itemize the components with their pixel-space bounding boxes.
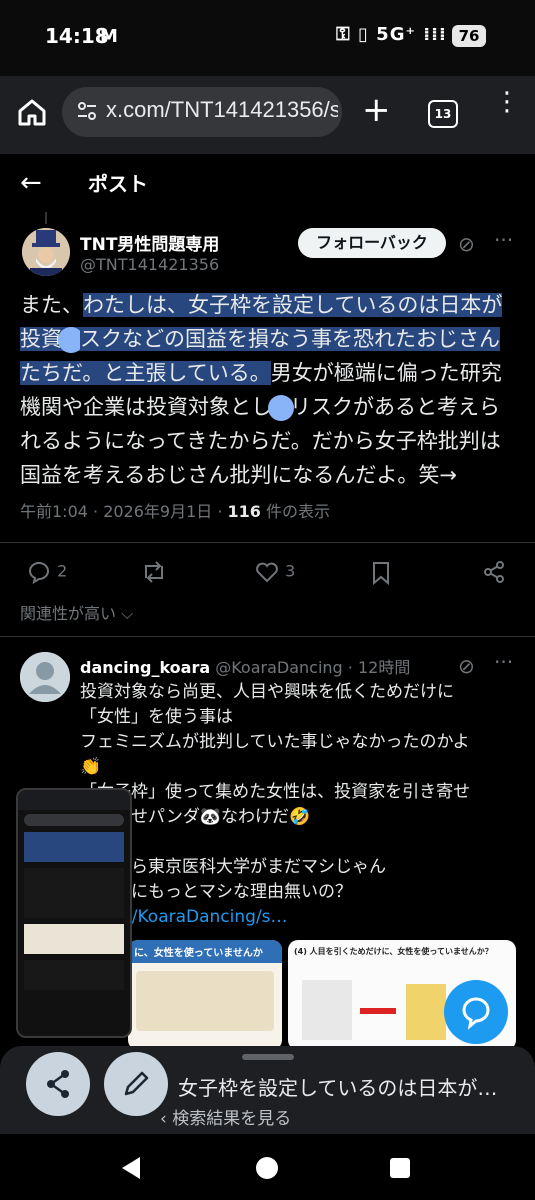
divider [0,636,535,637]
image-caption: に、女性を使っていませんか [128,940,282,963]
arrow-icon [360,1008,396,1014]
reply-line: 女子枠にもっとマシな理由無いの？ [80,882,352,902]
views-count: 116 [227,502,261,521]
more-options-icon[interactable]: ··· [494,228,513,252]
reply-line: 「女子枠」使って集めた女性は、投資家を引き寄せ [80,782,471,802]
pip-image [24,924,124,954]
author-handle[interactable]: @TNT141421356 [80,255,219,274]
reply-text[interactable]: 投資対象なら尚更、人目や興味を低くためだけに 「女性」を使う事は フェミニズムが… [80,680,520,930]
grok-icon[interactable]: ⊘ [458,654,475,678]
reply-icon [28,562,49,585]
network-label: 5G⁺ [376,24,416,45]
chevron-down-icon: ⌵ [116,604,134,623]
sort-label: 関連性が高い [20,604,117,623]
reply-line: 👏 [80,757,102,777]
url-text[interactable]: x.com/TNT141421356/sta [106,97,338,123]
uncle-sam-avatar-icon [22,228,70,276]
reply-line: フェミニズムが批判していた事じゃなかったのかよ [80,732,470,752]
sheet-subtitle[interactable]: ‹ 検索結果を見る [160,1104,291,1129]
reply-line: 「女性」を使う事は [80,707,233,727]
default-avatar-icon [20,652,70,702]
sort-relevance-dropdown[interactable]: 関連性が高い ⌵ [20,600,133,624]
pip-urlbar [24,814,124,826]
share-fab[interactable] [26,1052,90,1116]
nav-home-icon[interactable] [256,1157,278,1179]
reply-line [80,830,520,855]
chat-bubble-icon [462,997,490,1030]
author-name[interactable]: TNT男性問題専用 [80,230,219,255]
share-button[interactable] [482,560,506,584]
share-icon [47,1070,69,1098]
key-icon: ⚿ [336,24,351,45]
pip-highlight [24,832,124,862]
reply-link[interactable]: x.com/KoaraDancing/s… [80,905,520,930]
new-tab-button[interactable]: + [362,90,391,130]
reply-button[interactable]: 2 [26,560,68,585]
pip-statusbar [18,790,130,810]
signal-icon: ⁞⁞⁞ [423,24,447,45]
pip-content [24,960,124,990]
bookmark-button[interactable] [370,560,392,586]
pip-window[interactable] [16,788,132,1038]
browser-menu-button[interactable]: ⋮ [494,89,520,115]
pencil-icon [124,1071,149,1096]
edit-fab[interactable] [104,1052,168,1116]
image-figure [302,980,352,1040]
sheet-drag-handle[interactable] [242,1054,294,1060]
nav-back-icon[interactable] [122,1157,140,1179]
reply-line: それなら東京医科大学がまだマシじゃん [80,857,386,877]
like-button[interactable]: 3 [254,560,295,584]
image-figure [406,984,446,1040]
reply-author-handle[interactable]: @KoaraDancing · 12時間 [215,658,410,677]
share-icon [484,561,504,583]
post-meta: 午前1:04 · 2026年9月1日 · 116 件の表示 [20,498,330,522]
reply-header: dancing_koara @KoaraDancing · 12時間 [80,654,410,678]
sheet-subtitle-label: 検索結果を見る [172,1109,292,1129]
repost-button[interactable] [140,560,168,584]
grok-icon[interactable]: ⊘ [458,232,475,256]
reply-avatar[interactable] [20,652,70,702]
like-count: 3 [285,561,296,581]
attached-image-1[interactable]: に、女性を使っていませんか [128,940,282,1050]
battery-icon: 76 [452,25,486,47]
page-title: ポスト [88,172,148,196]
follow-back-button[interactable]: フォローバック [298,228,446,258]
chat-bubble-button[interactable] [444,980,508,1044]
avatar[interactable] [22,228,70,276]
divider [0,542,535,543]
more-options-icon[interactable]: ··· [494,650,513,674]
reply-count: 2 [57,561,68,581]
tab-switcher-button[interactable]: 13 [428,100,458,128]
post-text[interactable]: また、わたしは、女子枠を設定しているのは日本が投資 スクなどの国益を損なう事を恐れ… [20,288,520,492]
heart-icon [256,562,278,583]
reply-line: 投資対象なら尚更、人目や興味を低くためだけに [80,682,454,702]
thread-line [45,212,47,224]
views-label: 件の表示 [260,502,331,521]
image-caption: (4) 人目を引くためだけに、女性を使っていませんか？ [294,947,493,956]
repost-icon [145,561,163,583]
post-timestamp[interactable]: 午前1:04 · 2026年9月1日 · [20,502,228,521]
pip-content [24,868,124,918]
vibrate-icon: ▯ [357,24,369,45]
sheet-title[interactable]: 女子枠を設定しているのは日本が… [178,1072,528,1101]
site-settings-icon[interactable] [76,100,98,122]
image-illustration [136,971,274,1031]
reply-line: る客寄せパンダ🐼なわけだ🤣 [80,807,311,827]
back-button[interactable]: ← [20,168,42,198]
home-icon[interactable] [16,96,48,128]
nav-recents-icon[interactable] [390,1158,410,1178]
status-icons: ⚿ ▯ 5G⁺ ⁞⁞⁞ [336,24,447,45]
bookmark-icon [373,562,389,586]
post-text-lead: また、 [20,293,83,317]
gmail-icon: M [100,26,118,47]
reply-author-name[interactable]: dancing_koara [80,658,210,677]
